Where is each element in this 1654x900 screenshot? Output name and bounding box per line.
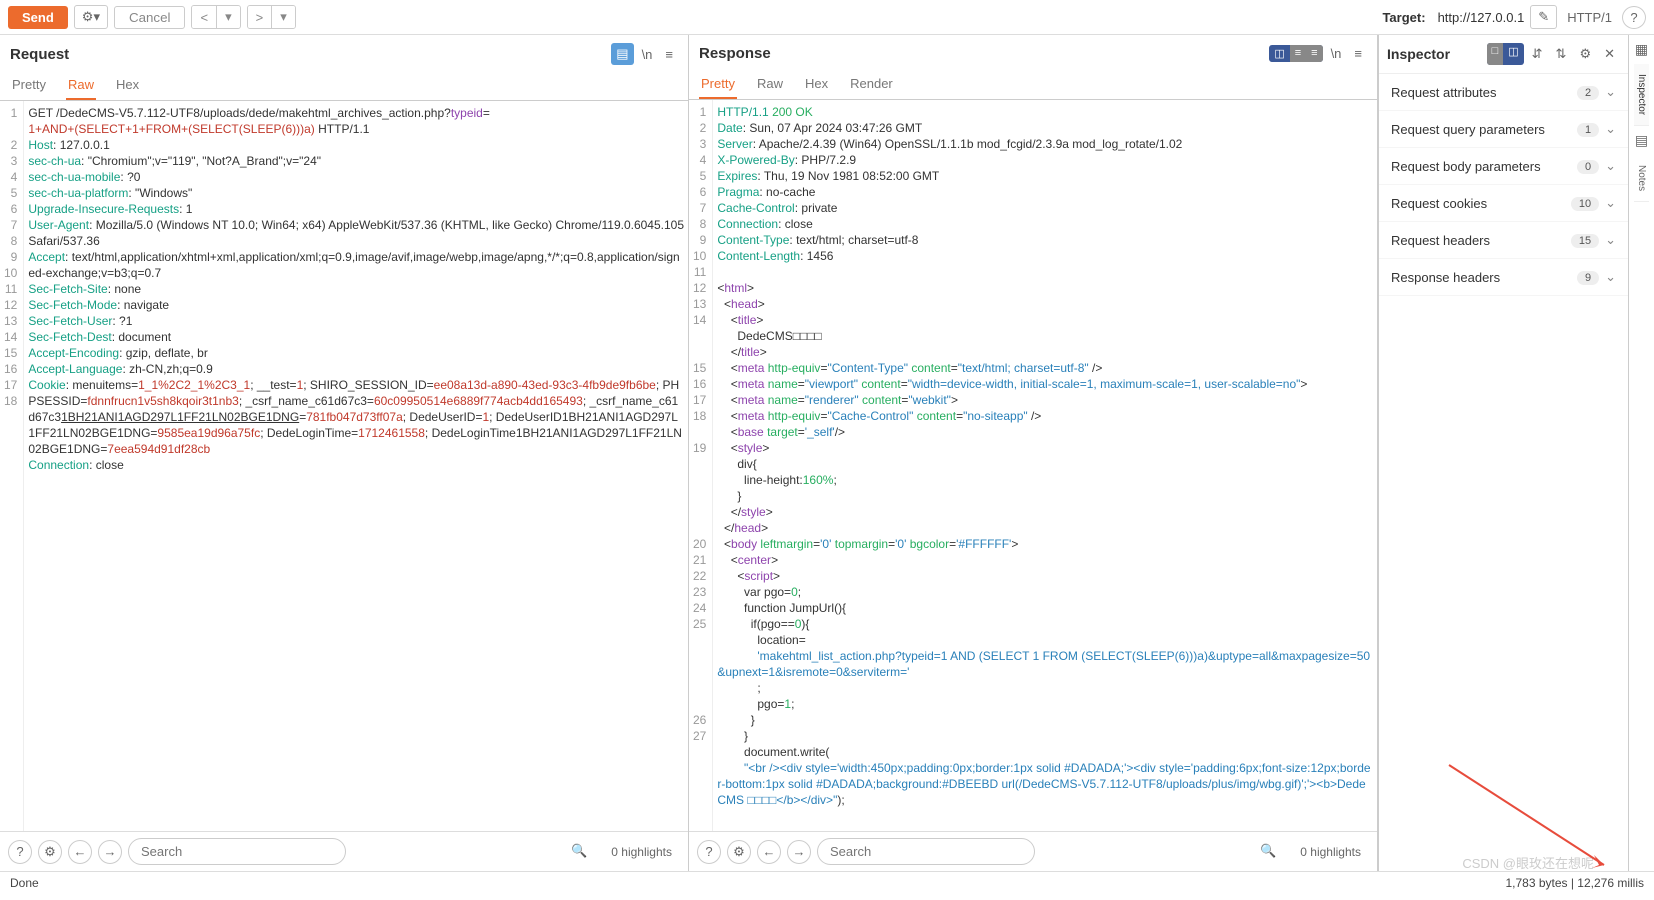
request-tabs: Pretty Raw Hex xyxy=(0,71,688,101)
tab-pretty[interactable]: Pretty xyxy=(10,71,48,100)
cancel-button[interactable]: Cancel xyxy=(114,6,186,29)
status-left: Done xyxy=(10,876,39,890)
layout-toggle[interactable]: ◫≡≡ xyxy=(1269,45,1322,62)
chevron-down-icon: ⌄ xyxy=(1605,84,1616,99)
request-pane: Request ▤ \n ≡ Pretty Raw Hex 1234567891… xyxy=(0,35,689,871)
inspector-tab-icon[interactable]: ▦ xyxy=(1635,35,1648,64)
gear-icon[interactable]: ⚙ xyxy=(1574,43,1596,65)
http-version: HTTP/1 xyxy=(1567,10,1612,25)
search-input[interactable] xyxy=(817,838,1035,865)
chevron-down-icon: ⌄ xyxy=(1605,121,1616,136)
inspector-title: Inspector xyxy=(1387,46,1450,62)
inspector-row-label: Request cookies xyxy=(1391,196,1487,211)
settings-icon[interactable]: ⚙ xyxy=(38,840,62,864)
request-editor[interactable]: 123456789101112131415161718 GET /DedeCMS… xyxy=(0,101,688,831)
close-icon[interactable]: ✕ xyxy=(1599,43,1620,65)
chevron-down-icon: ⌄ xyxy=(1605,232,1616,247)
inspector-row-label: Request body parameters xyxy=(1391,159,1541,174)
help-icon[interactable]: ? xyxy=(8,840,32,864)
sidebar-inspector[interactable]: Inspector xyxy=(1634,64,1649,126)
inspector-row[interactable]: Request body parameters 0 ⌄ xyxy=(1379,148,1628,185)
inspector-row-label: Response headers xyxy=(1391,270,1500,285)
tab-raw[interactable]: Raw xyxy=(66,71,96,100)
inspector-row-count: 1 xyxy=(1577,123,1599,137)
inspector-row-count: 2 xyxy=(1577,86,1599,100)
request-bottom-bar: ? ⚙ ← → 🔍 0 highlights xyxy=(0,831,688,871)
history-back-dropdown[interactable]: ▾ xyxy=(217,6,240,28)
inspector-layout-toggle[interactable]: □◫ xyxy=(1487,43,1524,65)
chevron-down-icon: ⌄ xyxy=(1605,269,1616,284)
response-editor[interactable]: 1234567891011121314151617181920212223242… xyxy=(689,100,1377,831)
chevron-down-icon: ⌄ xyxy=(1605,195,1616,210)
newline-icon[interactable]: \n xyxy=(1326,43,1347,64)
response-bottom-bar: ? ⚙ ← → 🔍 0 highlights xyxy=(689,831,1377,871)
tab-render[interactable]: Render xyxy=(848,70,895,99)
search-next-icon[interactable]: → xyxy=(787,840,811,864)
search-input[interactable] xyxy=(128,838,346,865)
send-button[interactable]: Send xyxy=(8,6,68,29)
tab-raw[interactable]: Raw xyxy=(755,70,785,99)
inspector-row[interactable]: Request headers 15 ⌄ xyxy=(1379,222,1628,259)
response-tabs: Pretty Raw Hex Render xyxy=(689,70,1377,100)
inspector-row[interactable]: Request cookies 10 ⌄ xyxy=(1379,185,1628,222)
search-icon: 🔍 xyxy=(571,843,587,859)
highlights-count: 0 highlights xyxy=(1292,845,1369,859)
response-title: Response xyxy=(699,45,771,62)
right-sidebar: ▦ Inspector ▤ Notes xyxy=(1628,35,1654,871)
inspector-row-count: 9 xyxy=(1577,271,1599,285)
inspector-row-label: Request attributes xyxy=(1391,85,1497,100)
history-back-button[interactable]: < xyxy=(192,6,217,28)
toggle-view-icon[interactable]: ▤ xyxy=(611,43,633,65)
inspector-panel: Inspector □◫ ⇵ ⇅ ⚙ ✕ Request attributes 2… xyxy=(1378,35,1628,871)
inspector-row-label: Request headers xyxy=(1391,233,1490,248)
history-forward-button[interactable]: > xyxy=(248,6,273,28)
inspector-row-label: Request query parameters xyxy=(1391,122,1545,137)
line-wrap-icon[interactable]: ≡ xyxy=(1349,43,1367,64)
inspector-row[interactable]: Response headers 9 ⌄ xyxy=(1379,259,1628,296)
response-pane: Response ◫≡≡ \n ≡ Pretty Raw Hex Render … xyxy=(689,35,1378,871)
edit-target-icon[interactable]: ✎ xyxy=(1530,5,1557,29)
target-label: Target: xyxy=(1382,10,1425,25)
inspector-row-count: 10 xyxy=(1571,197,1599,211)
status-right: 1,783 bytes | 12,276 millis xyxy=(1505,876,1644,890)
collapse-icon[interactable]: ⇵ xyxy=(1527,43,1548,65)
search-prev-icon[interactable]: ← xyxy=(68,840,92,864)
request-title: Request xyxy=(10,46,69,63)
search-prev-icon[interactable]: ← xyxy=(757,840,781,864)
search-icon: 🔍 xyxy=(1260,843,1276,859)
help-icon[interactable]: ? xyxy=(1622,6,1646,29)
gear-dropdown-button[interactable]: ⚙▾ xyxy=(74,5,108,29)
settings-icon[interactable]: ⚙ xyxy=(727,840,751,864)
help-icon[interactable]: ? xyxy=(697,840,721,864)
highlights-count: 0 highlights xyxy=(603,845,680,859)
newline-icon[interactable]: \n xyxy=(637,44,658,65)
status-bar: Done 1,783 bytes | 12,276 millis xyxy=(0,871,1654,894)
chevron-down-icon: ⌄ xyxy=(1605,158,1616,173)
history-nav: < ▾ xyxy=(191,5,240,29)
top-toolbar: Send ⚙▾ Cancel < ▾ > ▾ Target: http://12… xyxy=(0,0,1654,35)
inspector-row[interactable]: Request query parameters 1 ⌄ xyxy=(1379,111,1628,148)
inspector-row[interactable]: Request attributes 2 ⌄ xyxy=(1379,74,1628,111)
filter-icon[interactable]: ⇅ xyxy=(1551,43,1572,65)
inspector-row-count: 0 xyxy=(1577,160,1599,174)
line-wrap-icon[interactable]: ≡ xyxy=(660,44,678,65)
notes-tab-icon[interactable]: ▤ xyxy=(1635,126,1648,155)
inspector-row-count: 15 xyxy=(1571,234,1599,248)
sidebar-notes[interactable]: Notes xyxy=(1634,155,1649,202)
history-nav-fwd: > ▾ xyxy=(247,5,296,29)
history-forward-dropdown[interactable]: ▾ xyxy=(272,6,295,28)
search-next-icon[interactable]: → xyxy=(98,840,122,864)
tab-pretty[interactable]: Pretty xyxy=(699,70,737,99)
tab-hex[interactable]: Hex xyxy=(114,71,141,100)
tab-hex[interactable]: Hex xyxy=(803,70,830,99)
target-url: http://127.0.0.1 xyxy=(1438,10,1525,25)
